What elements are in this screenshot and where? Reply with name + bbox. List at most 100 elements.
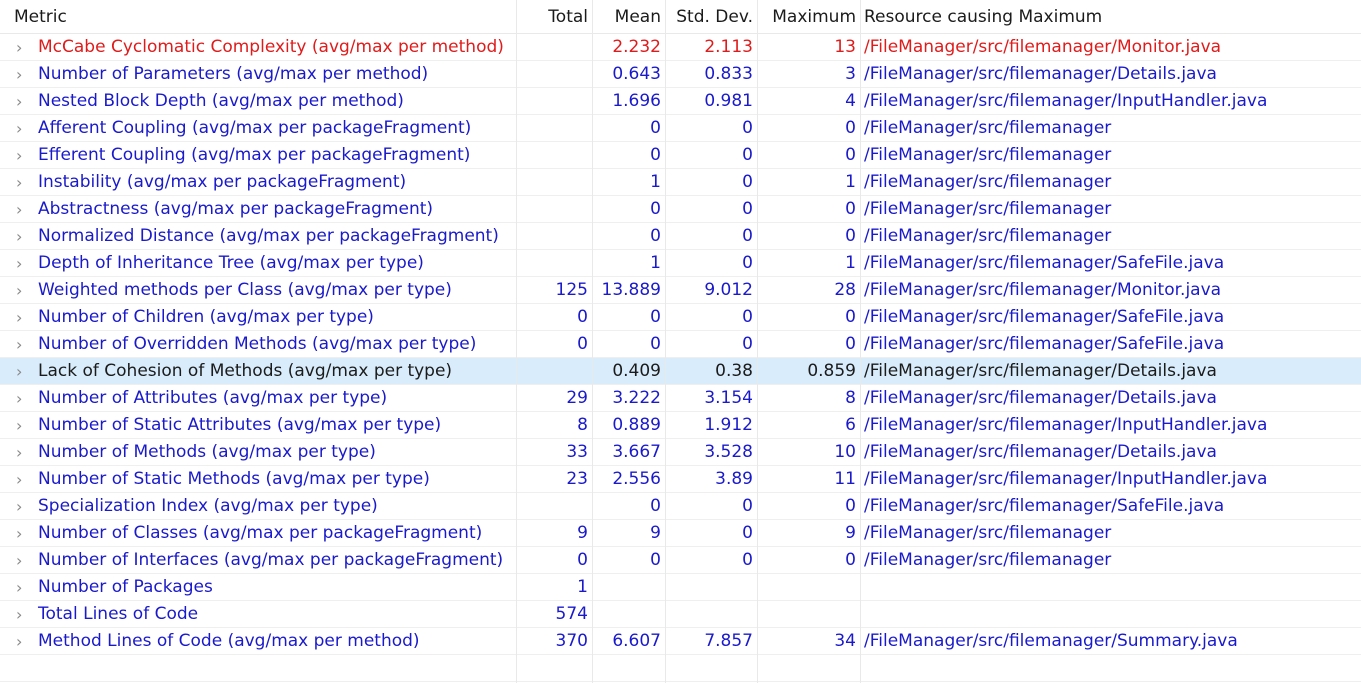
column-header-mean[interactable]: Mean [592,0,665,33]
column-header-std-dev[interactable]: Std. Dev. [665,0,757,33]
resource-path: /FileManager/src/filemanager/SafeFile.ja… [864,496,1225,516]
total-value: 1 [577,577,588,597]
table-row[interactable]: › Instability (avg/max per packageFragmen… [0,169,1361,196]
column-divider[interactable] [757,0,758,683]
column-header-metric[interactable]: Metric [0,0,516,33]
chevron-right-icon[interactable]: › [4,470,38,489]
maximum-value: 34 [834,631,856,651]
table-row[interactable]: › McCabe Cyclomatic Complexity (avg/max p… [0,34,1361,61]
table-row[interactable]: › Total Lines of Code 574 [0,601,1361,628]
chevron-right-icon[interactable]: › [4,632,38,651]
empty-row [0,655,1361,682]
chevron-right-icon[interactable]: › [4,38,38,57]
metric-name: McCabe Cyclomatic Complexity (avg/max pe… [38,37,504,57]
std-dev-value: 0 [742,496,753,516]
table-row[interactable]: › Number of Static Methods (avg/max per t… [0,466,1361,493]
maximum-value [757,601,860,627]
table-row[interactable]: › Weighted methods per Class (avg/max per… [0,277,1361,304]
resource-path: /FileManager/src/filemanager/Monitor.jav… [864,37,1222,57]
mean-value: 0 [650,145,661,165]
column-header-resource[interactable]: Resource causing Maximum [860,0,1361,33]
std-dev-value: 0 [742,145,753,165]
std-dev-value: 3.89 [715,469,753,489]
std-dev-value: 0.833 [704,64,753,84]
table-row[interactable]: › Lack of Cohesion of Methods (avg/max pe… [0,358,1361,385]
total-value: 0 [577,307,588,327]
chevron-right-icon[interactable]: › [4,119,38,138]
column-divider[interactable] [860,0,861,683]
chevron-right-icon[interactable]: › [4,254,38,273]
table-row[interactable]: › Number of Parameters (avg/max per metho… [0,61,1361,88]
chevron-right-icon[interactable]: › [4,524,38,543]
total-value: 33 [566,442,588,462]
maximum-value: 0.859 [807,361,856,381]
maximum-value: 9 [845,523,856,543]
chevron-right-icon[interactable]: › [4,416,38,435]
chevron-right-icon[interactable]: › [4,362,38,381]
table-row[interactable]: › Number of Interfaces (avg/max per packa… [0,547,1361,574]
std-dev-value: 3.528 [704,442,753,462]
chevron-right-icon[interactable]: › [4,200,38,219]
table-row[interactable]: › Normalized Distance (avg/max per packag… [0,223,1361,250]
table-row[interactable]: › Number of Classes (avg/max per packageF… [0,520,1361,547]
resource-path: /FileManager/src/filemanager/SafeFile.ja… [864,253,1225,273]
chevron-right-icon[interactable]: › [4,389,38,408]
total-value [516,223,592,249]
resource-path: /FileManager/src/filemanager/InputHandle… [864,415,1268,435]
chevron-right-icon[interactable]: › [4,551,38,570]
std-dev-value: 0 [742,253,753,273]
chevron-right-icon[interactable]: › [4,335,38,354]
total-value [516,169,592,195]
chevron-right-icon[interactable]: › [4,173,38,192]
table-row[interactable]: › Number of Methods (avg/max per type) 33 3… [0,439,1361,466]
std-dev-value: 3.154 [704,388,753,408]
chevron-right-icon[interactable]: › [4,578,38,597]
column-divider[interactable] [592,0,593,683]
table-row[interactable]: › Number of Overridden Methods (avg/max p… [0,331,1361,358]
table-body: › McCabe Cyclomatic Complexity (avg/max p… [0,34,1361,682]
table-row[interactable]: › Number of Attributes (avg/max per type)… [0,385,1361,412]
metric-cell: › Normalized Distance (avg/max per packag… [0,223,516,249]
column-divider[interactable] [665,0,666,683]
chevron-right-icon[interactable]: › [4,497,38,516]
maximum-value: 4 [845,91,856,111]
table-row[interactable]: › Number of Children (avg/max per type) 0 0… [0,304,1361,331]
chevron-right-icon[interactable]: › [4,146,38,165]
mean-value: 3.667 [612,442,661,462]
metric-name: Total Lines of Code [38,604,199,624]
metric-name: Normalized Distance (avg/max per package… [38,226,499,246]
total-value [516,61,592,87]
table-row[interactable]: › Number of Static Attributes (avg/max pe… [0,412,1361,439]
chevron-right-icon[interactable]: › [4,92,38,111]
table-row[interactable]: › Depth of Inheritance Tree (avg/max per … [0,250,1361,277]
resource-path: /FileManager/src/filemanager/Details.jav… [864,64,1217,84]
chevron-right-icon[interactable]: › [4,227,38,246]
resource-path: /FileManager/src/filemanager/Details.jav… [864,388,1217,408]
mean-value: 1 [650,172,661,192]
chevron-right-icon[interactable]: › [4,308,38,327]
column-header-maximum[interactable]: Maximum [757,0,860,33]
table-row[interactable]: › Method Lines of Code (avg/max per metho… [0,628,1361,655]
metric-name: Number of Attributes (avg/max per type) [38,388,388,408]
metric-cell: › Number of Methods (avg/max per type) [0,439,516,465]
table-row[interactable]: › Afferent Coupling (avg/max per packageF… [0,115,1361,142]
metric-cell: › Number of Children (avg/max per type) [0,304,516,330]
mean-value: 0 [650,550,661,570]
table-row[interactable]: › Number of Packages 1 [0,574,1361,601]
resource-path: /FileManager/src/filemanager [864,550,1112,570]
column-header-total[interactable]: Total [516,0,592,33]
table-row[interactable]: › Nested Block Depth (avg/max per method)… [0,88,1361,115]
table-row[interactable]: › Efferent Coupling (avg/max per packageF… [0,142,1361,169]
chevron-right-icon[interactable]: › [4,443,38,462]
chevron-right-icon[interactable]: › [4,281,38,300]
total-value [516,115,592,141]
table-row[interactable]: › Specialization Index (avg/max per type)… [0,493,1361,520]
table-header: Metric Total Mean Std. Dev. Maximum Reso… [0,0,1361,34]
table-row[interactable]: › Abstractness (avg/max per packageFragme… [0,196,1361,223]
resource-path: /FileManager/src/filemanager/InputHandle… [864,91,1268,111]
column-divider[interactable] [516,0,517,683]
metric-cell: › Depth of Inheritance Tree (avg/max per … [0,250,516,276]
mean-value: 3.222 [612,388,661,408]
chevron-right-icon[interactable]: › [4,65,38,84]
chevron-right-icon[interactable]: › [4,605,38,624]
